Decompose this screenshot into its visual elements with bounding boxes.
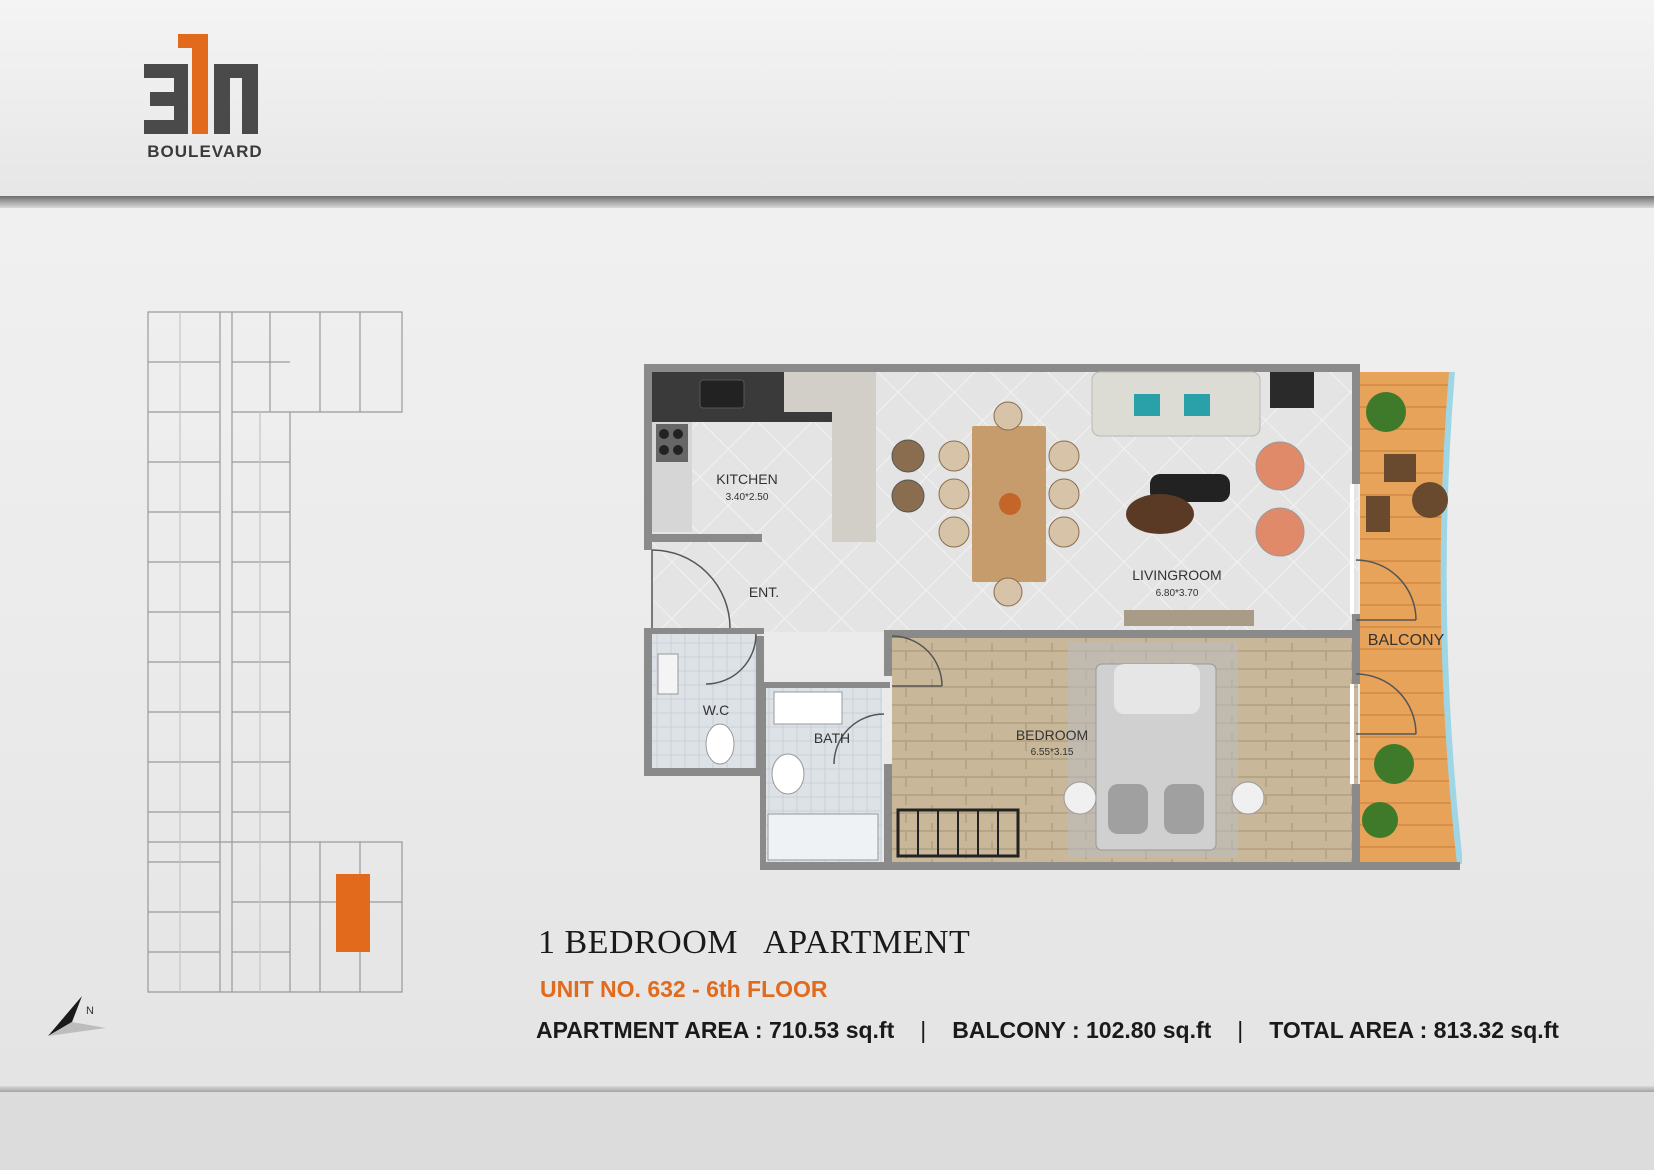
kitchen-dims: 3.40*2.50 — [726, 492, 769, 503]
living-dims: 6.80*3.70 — [1156, 588, 1199, 599]
unit-highlight — [336, 874, 370, 952]
entrance-label: ENT. — [749, 584, 779, 600]
north-arrow-icon: N — [48, 996, 106, 1036]
top-divider — [0, 196, 1654, 208]
living-label: LIVINGROOM — [1132, 567, 1221, 583]
logo-wordmark: BOULEVARD — [147, 142, 263, 161]
wc-label: W.C — [703, 702, 729, 718]
balcony-area: BALCONY : 102.80 sq.ft — [952, 1017, 1212, 1043]
key-plan — [147, 311, 403, 993]
area-summary: APARTMENT AREA : 710.53 sq.ft | BALCONY : … — [536, 1017, 1559, 1044]
bedroom-dims: 6.55*3.15 — [1031, 747, 1074, 758]
footer-background — [0, 1092, 1654, 1170]
bedroom-label: BEDROOM — [1016, 727, 1088, 743]
unit-number: UNIT NO. 632 - 6th FLOOR — [540, 976, 828, 1002]
apartment-type-title: 1 BEDROOM APARTMENT — [538, 924, 971, 961]
svg-text:N: N — [86, 1005, 94, 1017]
kitchen-label: KITCHEN — [716, 471, 777, 487]
apartment-area: APARTMENT AREA : 710.53 sq.ft — [536, 1017, 895, 1043]
total-area: TOTAL AREA : 813.32 sq.ft — [1269, 1017, 1559, 1043]
brand-logo: 311 BOULEVARD — [140, 30, 270, 165]
area-separator: | — [920, 1017, 927, 1043]
logo-mark: 311 — [144, 34, 258, 134]
area-separator: | — [1237, 1017, 1244, 1043]
balcony-label: BALCONY — [1368, 632, 1445, 649]
bath-label: BATH — [814, 730, 850, 746]
floor-plan: KITCHEN 3.40*2.50 ENT. LIVINGROOM 6.80*3… — [644, 364, 1462, 870]
